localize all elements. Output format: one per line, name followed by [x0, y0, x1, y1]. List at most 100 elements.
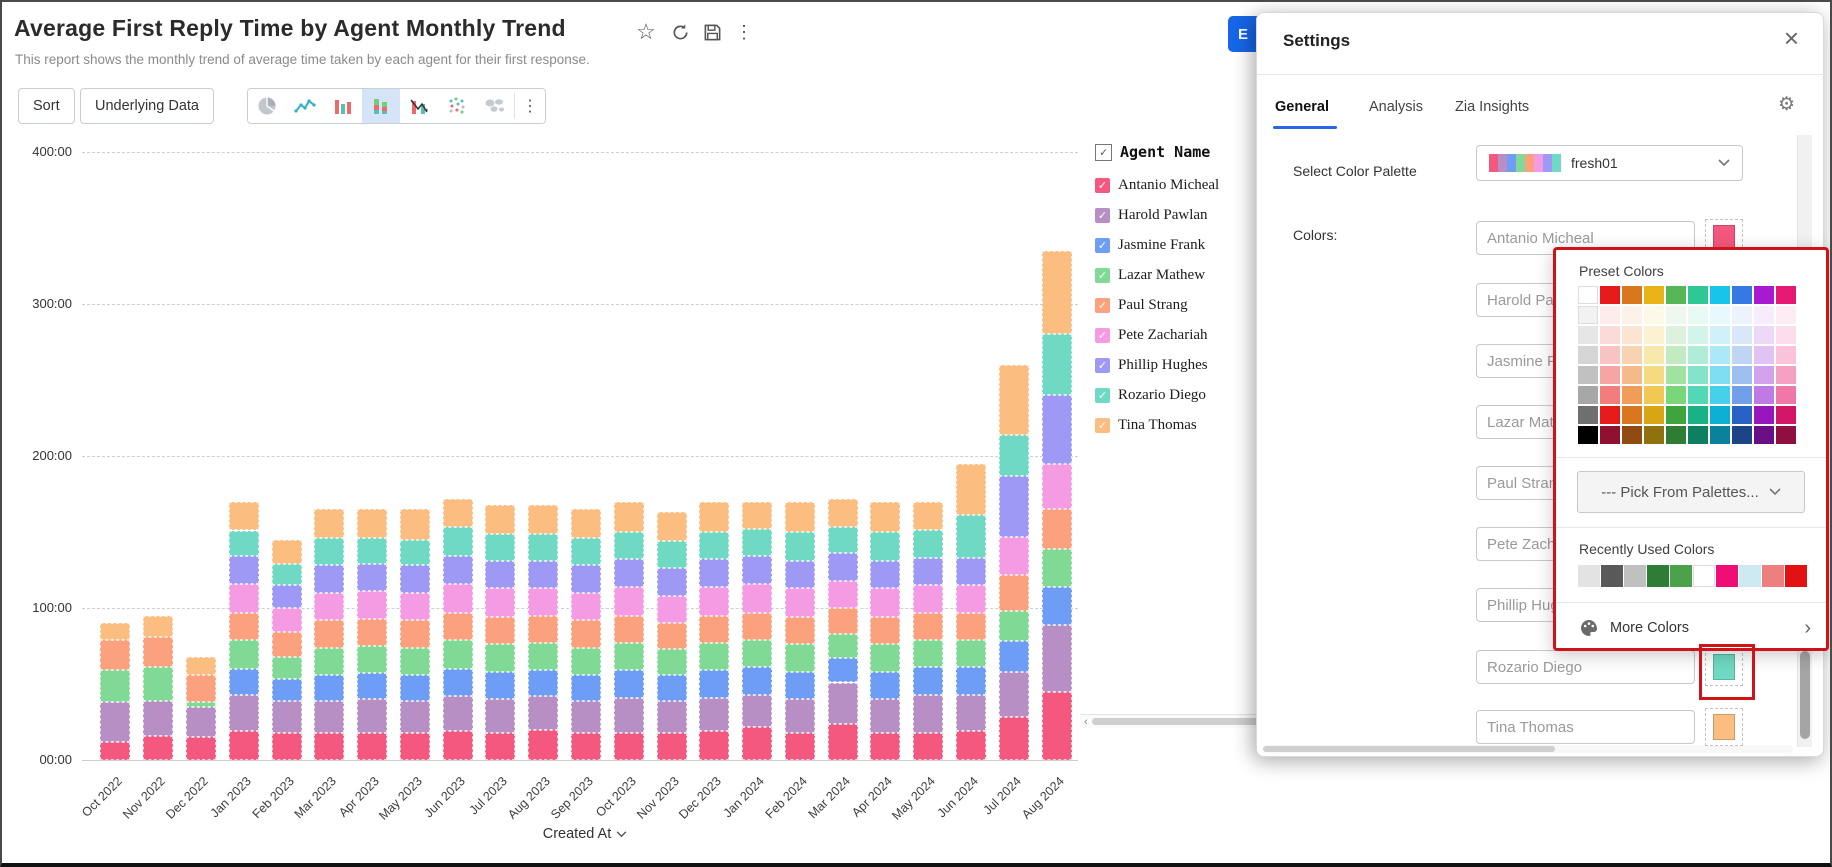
bar-segment[interactable]	[229, 695, 259, 731]
bar-segment[interactable]	[528, 730, 558, 760]
preset-color-swatch[interactable]	[1622, 366, 1642, 384]
preset-color-swatch[interactable]	[1776, 366, 1796, 384]
bar-segment[interactable]	[913, 733, 943, 760]
preset-color-swatch[interactable]	[1578, 426, 1598, 444]
bar-segment[interactable]	[999, 365, 1029, 435]
legend-item[interactable]: ✓Phillip Hughes	[1095, 350, 1219, 380]
legend-checkbox[interactable]: ✓	[1095, 358, 1110, 373]
bar-segment[interactable]	[1042, 509, 1072, 549]
bar-segment[interactable]	[870, 644, 900, 671]
bar-segment[interactable]	[186, 675, 216, 702]
preset-color-swatch[interactable]	[1776, 346, 1796, 364]
bar-segment[interactable]	[1042, 334, 1072, 395]
recent-color-swatch[interactable]	[1601, 565, 1623, 587]
bar-segment[interactable]	[528, 505, 558, 534]
bar-segment[interactable]	[357, 619, 387, 646]
bar-segment[interactable]	[443, 527, 473, 556]
bar-segment[interactable]	[272, 540, 302, 564]
bar-segment[interactable]	[614, 587, 644, 616]
bar-segment[interactable]	[999, 641, 1029, 671]
bar-segment[interactable]	[913, 695, 943, 733]
bar-segment[interactable]	[913, 585, 943, 612]
bar-segment[interactable]	[956, 667, 986, 694]
preset-color-swatch[interactable]	[1732, 286, 1752, 304]
preset-color-swatch[interactable]	[1644, 286, 1664, 304]
bar-segment[interactable]	[956, 640, 986, 667]
preset-color-swatch[interactable]	[1688, 326, 1708, 344]
bar-segment[interactable]	[186, 702, 216, 707]
bar-segment[interactable]	[314, 733, 344, 760]
bar-segment[interactable]	[785, 672, 815, 699]
bar-segment[interactable]	[699, 502, 729, 532]
bar-segment[interactable]	[828, 527, 858, 553]
preset-color-swatch[interactable]	[1754, 286, 1774, 304]
bar-segment[interactable]	[699, 698, 729, 731]
bar-segment[interactable]	[314, 593, 344, 620]
bar-segment[interactable]	[485, 561, 515, 588]
bar-segment[interactable]	[1042, 464, 1072, 510]
bar-segment[interactable]	[699, 587, 729, 616]
bar-segment[interactable]	[400, 733, 430, 760]
preset-color-swatch[interactable]	[1710, 426, 1730, 444]
bar-segment[interactable]	[870, 561, 900, 588]
preset-color-swatch[interactable]	[1688, 346, 1708, 364]
preset-color-swatch[interactable]	[1600, 286, 1620, 304]
bar-segment[interactable]	[870, 733, 900, 760]
bar-segment[interactable]	[314, 648, 344, 675]
preset-color-swatch[interactable]	[1732, 326, 1752, 344]
bar-segment[interactable]	[485, 588, 515, 617]
bar-segment[interactable]	[571, 675, 601, 701]
bar-segment[interactable]	[870, 588, 900, 617]
tab-general[interactable]: General	[1275, 99, 1329, 115]
preset-color-swatch[interactable]	[1666, 406, 1686, 424]
bar-segment[interactable]	[657, 649, 687, 675]
bar-segment[interactable]	[229, 640, 259, 669]
bar-segment[interactable]	[870, 532, 900, 561]
bar-segment[interactable]	[100, 640, 130, 670]
bar-segment[interactable]	[528, 643, 558, 670]
legend-select-all-checkbox[interactable]: ✓	[1095, 144, 1112, 161]
bar-segment[interactable]	[614, 532, 644, 559]
preset-color-swatch[interactable]	[1644, 366, 1664, 384]
preset-color-swatch[interactable]	[1578, 406, 1598, 424]
bar-segment[interactable]	[400, 509, 430, 539]
preset-color-swatch[interactable]	[1776, 326, 1796, 344]
bar-segment[interactable]	[485, 644, 515, 671]
agent-color-name-input[interactable]: Tina Thomas	[1476, 710, 1695, 744]
bar-segment[interactable]	[828, 553, 858, 580]
preset-color-swatch[interactable]	[1622, 306, 1642, 324]
bar-segment[interactable]	[828, 683, 858, 724]
legend-checkbox[interactable]: ✓	[1095, 268, 1110, 283]
bar-segment[interactable]	[828, 658, 858, 682]
legend-item[interactable]: ✓Antanio Micheal	[1095, 170, 1219, 200]
bar-segment[interactable]	[999, 537, 1029, 575]
legend-checkbox[interactable]: ✓	[1095, 208, 1110, 223]
tab-zia-insights[interactable]: Zia Insights	[1455, 99, 1529, 115]
bar-segment[interactable]	[571, 620, 601, 647]
preset-color-swatch[interactable]	[1622, 426, 1642, 444]
bar-segment[interactable]	[272, 701, 302, 733]
bar-segment[interactable]	[443, 640, 473, 669]
bar-segment[interactable]	[314, 675, 344, 701]
bar-segment[interactable]	[272, 679, 302, 700]
bar-segment[interactable]	[400, 701, 430, 733]
recent-color-swatch[interactable]	[1693, 565, 1715, 587]
recent-color-swatch[interactable]	[1739, 565, 1761, 587]
recent-color-swatch[interactable]	[1716, 565, 1738, 587]
bar-segment[interactable]	[785, 532, 815, 561]
bar-segment[interactable]	[1042, 692, 1072, 760]
preset-color-swatch[interactable]	[1666, 426, 1686, 444]
preset-color-swatch[interactable]	[1666, 286, 1686, 304]
preset-color-swatch[interactable]	[1754, 366, 1774, 384]
bar-segment[interactable]	[657, 701, 687, 733]
bar-segment[interactable]	[443, 556, 473, 583]
bar-segment[interactable]	[400, 620, 430, 647]
bar-segment[interactable]	[870, 672, 900, 699]
bar-segment[interactable]	[913, 640, 943, 667]
close-icon[interactable]: ×	[1784, 25, 1799, 51]
bar-segment[interactable]	[785, 733, 815, 760]
bar-segment[interactable]	[571, 565, 601, 592]
bar-segment[interactable]	[485, 672, 515, 699]
bar-segment[interactable]	[143, 736, 173, 760]
preset-color-swatch[interactable]	[1688, 386, 1708, 404]
